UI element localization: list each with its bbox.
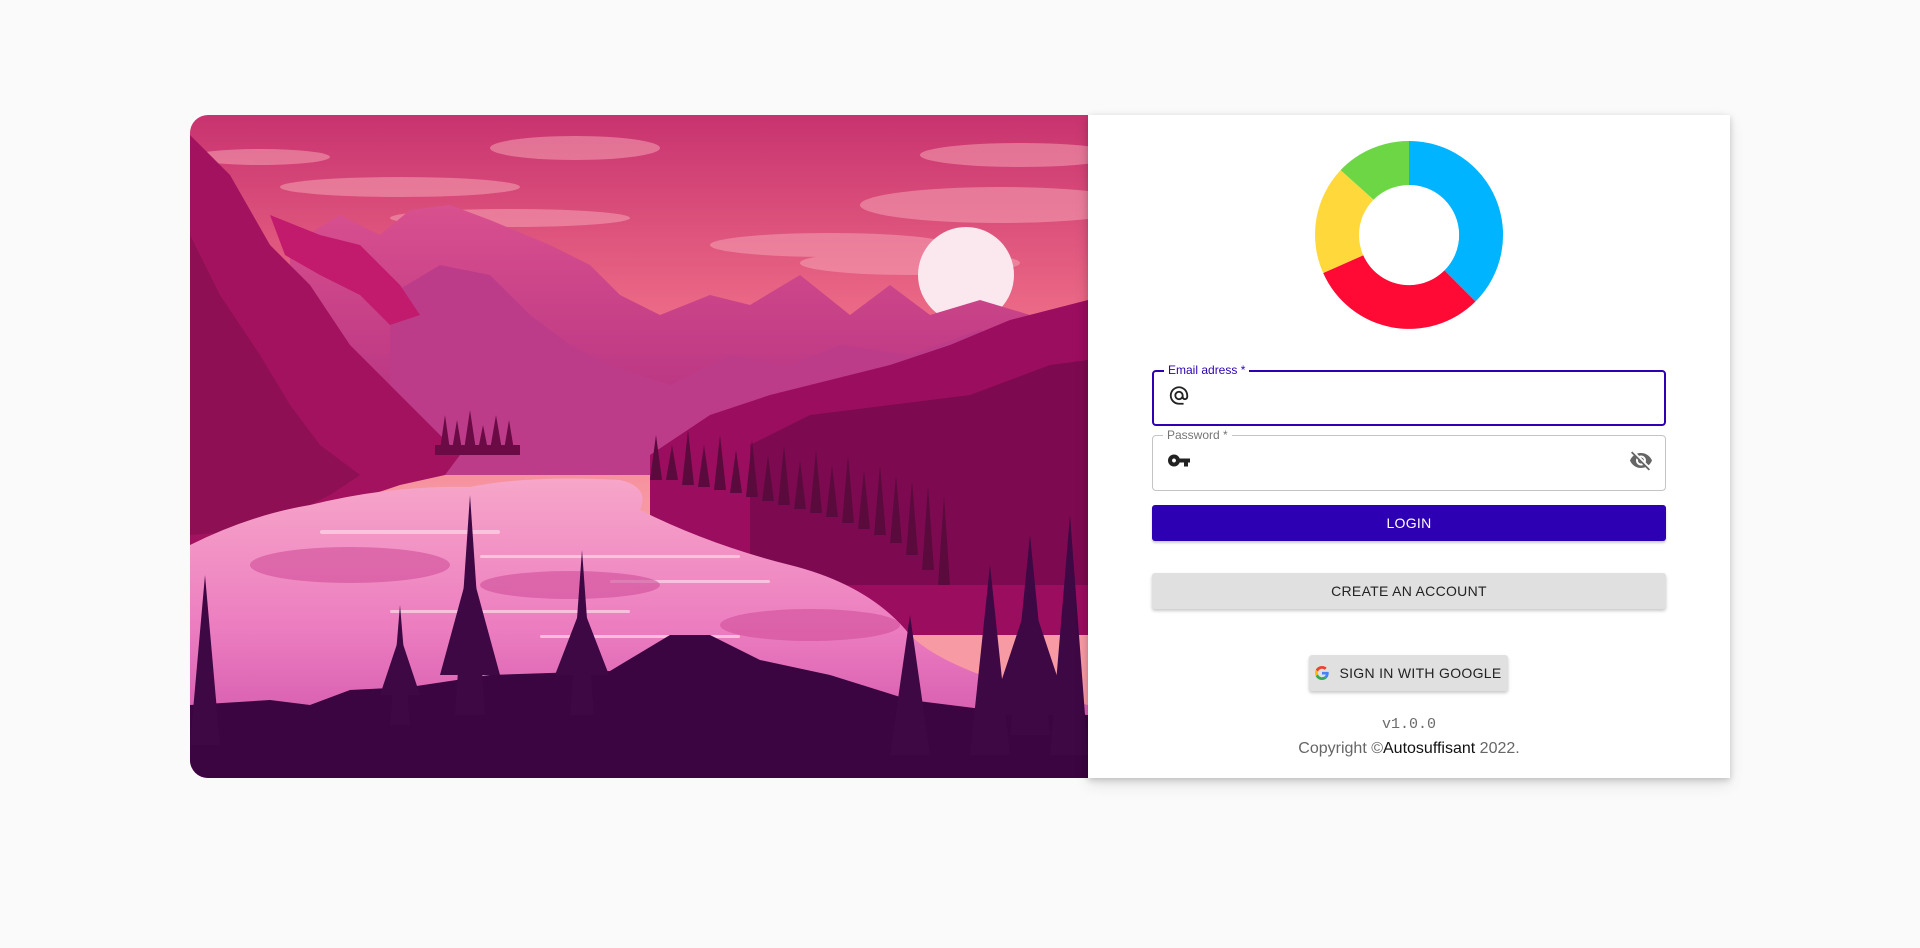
eye-off-icon[interactable] xyxy=(1629,449,1653,478)
login-panel: Email adress * Password * LOGIN CREATE A… xyxy=(1088,115,1730,778)
hero-illustration xyxy=(190,115,1088,778)
password-input[interactable] xyxy=(1201,436,1615,492)
copyright-prefix: Copyright © xyxy=(1298,740,1383,757)
version-text: v1.0.0 xyxy=(1381,716,1436,733)
copyright-text: Copyright ©Autosuffisant 2022. xyxy=(1088,740,1730,758)
donut-logo-icon xyxy=(1314,140,1504,329)
login-button[interactable]: LOGIN xyxy=(1152,505,1666,541)
google-signin-button[interactable]: SIGN IN WITH GOOGLE xyxy=(1309,655,1508,691)
create-account-button[interactable]: CREATE AN ACCOUNT xyxy=(1152,573,1666,609)
login-card: Email adress * Password * LOGIN CREATE A… xyxy=(190,115,1730,778)
password-field[interactable]: Password * xyxy=(1152,428,1666,492)
key-icon xyxy=(1167,449,1191,478)
google-g-icon xyxy=(1315,666,1330,680)
copyright-suffix: 2022. xyxy=(1475,740,1520,757)
email-field[interactable]: Email adress * xyxy=(1152,363,1666,426)
google-signin-label: SIGN IN WITH GOOGLE xyxy=(1339,665,1502,681)
at-sign-icon xyxy=(1168,385,1190,412)
company-link[interactable]: Autosuffisant xyxy=(1383,740,1475,757)
email-input[interactable] xyxy=(1202,372,1614,426)
